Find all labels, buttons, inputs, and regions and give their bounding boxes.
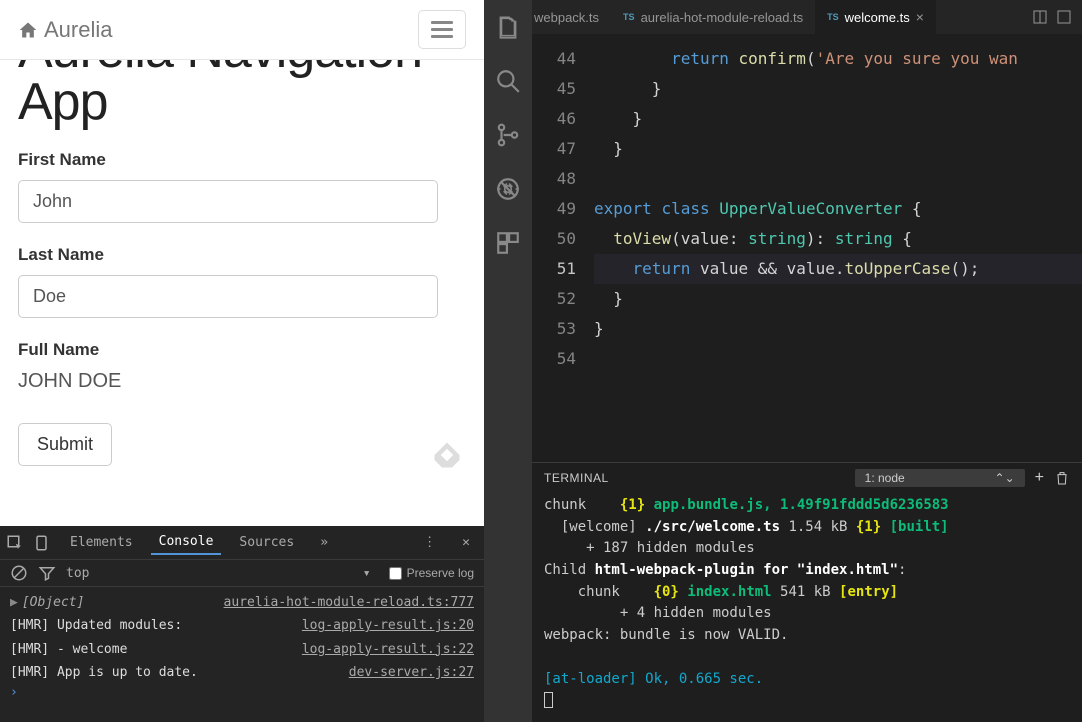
console-toolbar: top ▾ Preserve log	[0, 560, 484, 587]
close-tab-icon[interactable]: ×	[916, 9, 924, 25]
console-source-link[interactable]: log-apply-result.js:20	[302, 614, 474, 637]
terminal-panel: TERMINAL 1: node ⌃⌄ + chunk {1} app.bund…	[532, 462, 1082, 722]
console-context-selector[interactable]: top	[66, 566, 353, 581]
explorer-icon[interactable]	[495, 14, 521, 40]
submit-button[interactable]: Submit	[18, 423, 112, 466]
more-actions-icon[interactable]	[1056, 9, 1072, 25]
navbar: Aurelia	[0, 0, 484, 60]
full-name-label: Full Name	[18, 340, 466, 360]
search-icon[interactable]	[495, 68, 521, 94]
new-terminal-icon[interactable]: +	[1035, 469, 1044, 487]
devtools-tabs: Elements Console Sources » ⋮ ✕	[0, 526, 484, 560]
last-name-input[interactable]	[18, 275, 438, 318]
brand-text: Aurelia	[44, 17, 112, 43]
split-editor-icon[interactable]	[1032, 9, 1048, 25]
vscode-editor-pane: webpack.ts TS aurelia-hot-module-reload.…	[484, 0, 1082, 722]
hamburger-menu-button[interactable]	[418, 10, 466, 49]
devtools-close-icon[interactable]: ✕	[454, 531, 478, 554]
devtools-panel: Elements Console Sources » ⋮ ✕ top ▾ Pre…	[0, 526, 484, 722]
brand[interactable]: Aurelia	[18, 17, 112, 43]
chevron-up-down-icon: ⌃⌄	[995, 471, 1015, 485]
console-row: ▶[Object] aurelia-hot-module-reload.ts:7…	[10, 591, 474, 614]
devtools-tab-console[interactable]: Console	[151, 530, 222, 555]
clear-console-icon[interactable]	[10, 564, 28, 582]
home-icon	[18, 20, 38, 40]
code-lines: return confirm('Are you sure you wan } }…	[594, 44, 1082, 462]
devtools-tab-sources[interactable]: Sources	[231, 531, 302, 554]
preserve-log-input[interactable]	[389, 567, 402, 580]
console-row: [HMR] Updated modules: log-apply-result.…	[10, 614, 474, 637]
context-dropdown-icon[interactable]: ▾	[363, 566, 371, 581]
terminal-header: TERMINAL 1: node ⌃⌄ +	[532, 463, 1082, 493]
editor-tab-active[interactable]: TS welcome.ts ×	[815, 0, 936, 34]
terminal-title: TERMINAL	[544, 471, 845, 485]
inspect-icon[interactable]	[6, 534, 24, 552]
devtools-menu-icon[interactable]: ⋮	[415, 531, 444, 554]
kill-terminal-icon[interactable]	[1054, 470, 1070, 486]
device-icon[interactable]	[34, 534, 52, 552]
devtools-tab-more[interactable]: »	[312, 531, 336, 554]
code-editor[interactable]: 4445464748495051525354 return confirm('A…	[532, 34, 1082, 462]
filter-icon[interactable]	[38, 564, 56, 582]
preserve-log-checkbox[interactable]: Preserve log	[389, 566, 474, 580]
editor-tab[interactable]: TS aurelia-hot-module-reload.ts	[611, 0, 815, 34]
page-title: Aurelia Navigation App	[18, 60, 466, 128]
line-numbers: 4445464748495051525354	[532, 44, 594, 462]
console-row: [HMR] App is up to date. dev-server.js:2…	[10, 661, 474, 684]
terminal-cursor	[544, 692, 553, 708]
editor-tab[interactable]: webpack.ts	[532, 0, 611, 34]
editor-tab-bar: webpack.ts TS aurelia-hot-module-reload.…	[532, 0, 1082, 34]
last-name-label: Last Name	[18, 245, 466, 265]
devtools-tab-elements[interactable]: Elements	[62, 531, 141, 554]
feedly-icon[interactable]	[432, 440, 462, 470]
first-name-label: First Name	[18, 150, 466, 170]
console-prompt[interactable]: ›	[10, 685, 18, 700]
app-content: Aurelia Navigation App First Name Last N…	[0, 60, 484, 526]
source-control-icon[interactable]	[495, 122, 521, 148]
console-source-link[interactable]: log-apply-result.js:22	[302, 638, 474, 661]
activity-bar	[484, 0, 532, 722]
ts-file-icon: TS	[827, 12, 839, 22]
ts-file-icon: TS	[623, 12, 635, 22]
terminal-output[interactable]: chunk {1} app.bundle.js, 1.49f91fddd5d62…	[532, 493, 1082, 722]
console-source-link[interactable]: aurelia-hot-module-reload.ts:777	[224, 591, 474, 614]
terminal-selector[interactable]: 1: node ⌃⌄	[855, 469, 1025, 487]
browser-preview-pane: Aurelia Aurelia Navigation App First Nam…	[0, 0, 484, 722]
extensions-icon[interactable]	[495, 230, 521, 256]
expand-icon[interactable]: ▶	[10, 595, 18, 610]
debug-icon[interactable]	[495, 176, 521, 202]
console-output[interactable]: ▶[Object] aurelia-hot-module-reload.ts:7…	[0, 587, 484, 722]
first-name-input[interactable]	[18, 180, 438, 223]
full-name-value: JOHN DOE	[18, 370, 466, 393]
console-row: [HMR] - welcome log-apply-result.js:22	[10, 638, 474, 661]
console-source-link[interactable]: dev-server.js:27	[349, 661, 474, 684]
